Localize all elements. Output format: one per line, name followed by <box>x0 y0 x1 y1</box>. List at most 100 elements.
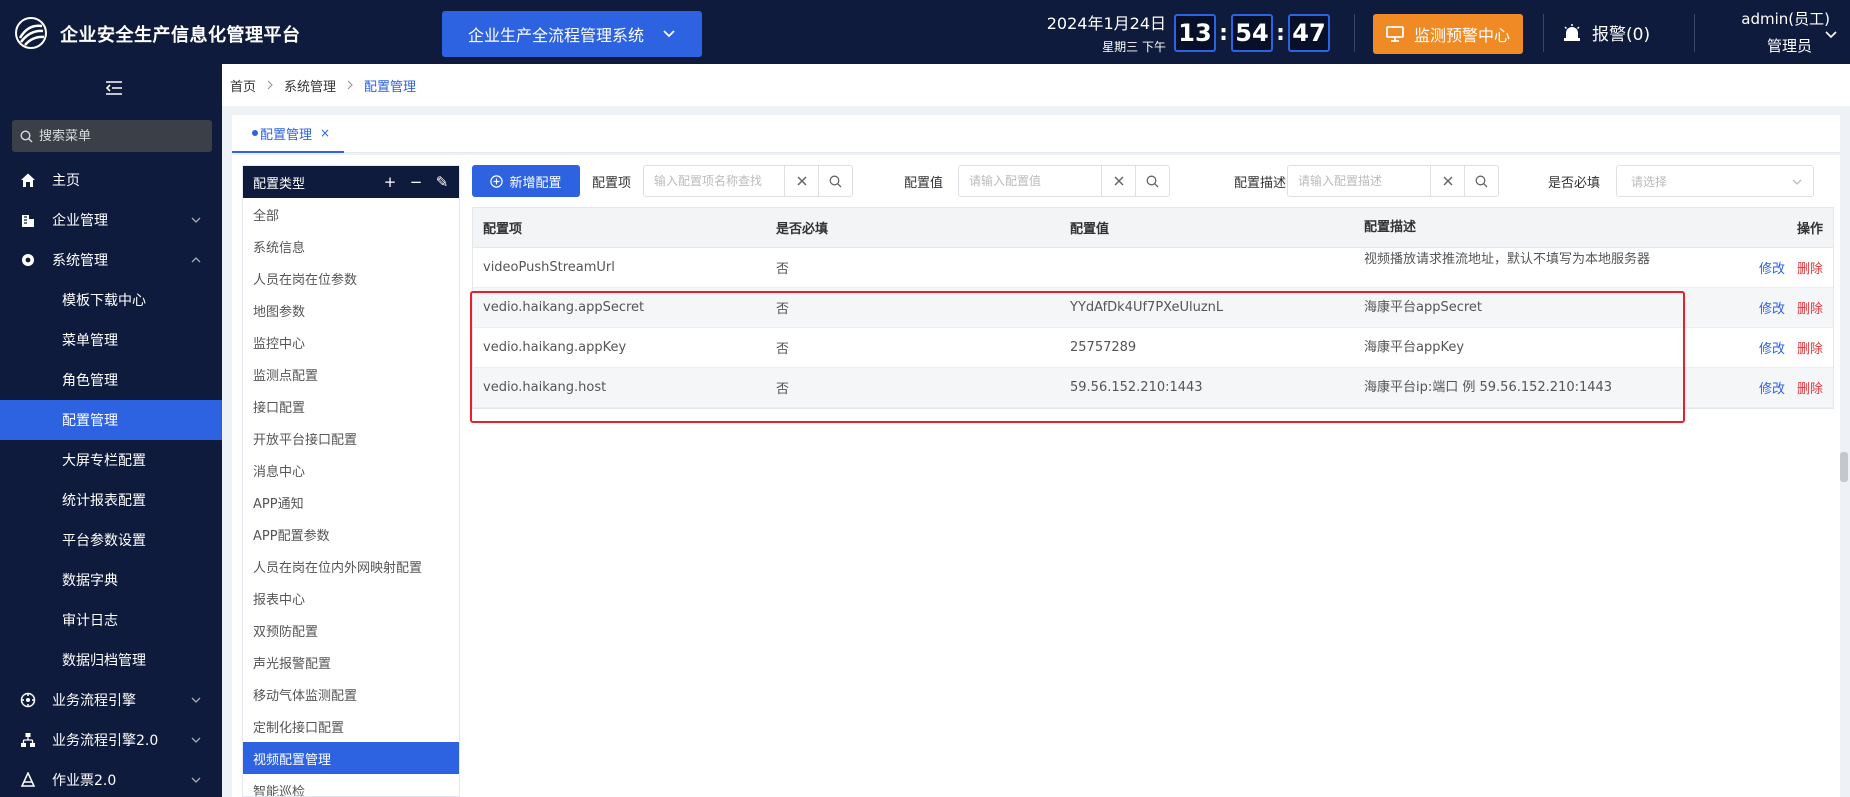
menu-search[interactable] <box>12 120 212 152</box>
sidebar-item-platform-params[interactable]: 平台参数设置 <box>0 520 222 560</box>
sidebar-item-config-manage[interactable]: 配置管理 <box>0 400 222 440</box>
add-config-button[interactable]: 新增配置 <box>472 165 580 197</box>
sidebar-item-data-archive[interactable]: 数据归档管理 <box>0 640 222 680</box>
header-divider <box>1694 14 1695 52</box>
config-type-item[interactable]: 报表中心 <box>243 582 459 614</box>
cell-required: 否 <box>776 342 790 357</box>
config-type-item[interactable]: 人员在岗在位参数 <box>243 262 459 294</box>
sidebar-item-template-download[interactable]: 模板下载中心 <box>0 280 222 320</box>
search-icon[interactable] <box>1135 166 1169 196</box>
system-select[interactable]: 企业生产全流程管理系统 <box>442 11 702 57</box>
clock-hours: 13 <box>1174 14 1216 52</box>
breadcrumb-system[interactable]: 系统管理 <box>284 76 336 95</box>
config-type-item[interactable]: 系统信息 <box>243 230 459 262</box>
edit-link[interactable]: 修改 <box>1759 258 1785 277</box>
filter-desc-field <box>1287 165 1499 197</box>
config-type-item[interactable]: 全部 <box>243 198 459 230</box>
column-header: 配置值 <box>1070 222 1110 237</box>
config-type-item[interactable]: 智能巡检 <box>243 774 459 797</box>
user-menu[interactable]: admin(员工) 管理员 <box>1708 8 1837 56</box>
alarm-label: 报警(0) <box>1592 25 1651 45</box>
sidebar-item-workflow[interactable]: 业务流程引擎 <box>0 680 222 720</box>
sidebar-item-label: 大屏专栏配置 <box>62 453 146 469</box>
clock-separator: : <box>1276 20 1285 46</box>
config-type-item[interactable]: 双预防配置 <box>243 614 459 646</box>
clock-minutes: 54 <box>1231 14 1273 52</box>
config-type-item[interactable]: 消息中心 <box>243 454 459 486</box>
alarm-bell-icon <box>1564 23 1580 41</box>
edit-link[interactable]: 修改 <box>1759 338 1785 357</box>
cell-desc: 海康平台appKey <box>1364 339 1465 355</box>
close-icon[interactable]: × <box>320 126 330 140</box>
alarm-button[interactable]: 报警(0) <box>1562 20 1650 45</box>
sidebar-item-workflow-2[interactable]: 业务流程引擎2.0 <box>0 720 222 760</box>
chevron-down-icon <box>1792 179 1802 185</box>
delete-link[interactable]: 删除 <box>1797 258 1823 277</box>
config-type-item[interactable]: APP配置参数 <box>243 518 459 550</box>
edit-type-icon[interactable]: ✎ <box>435 173 449 191</box>
delete-link[interactable]: 删除 <box>1797 378 1823 397</box>
sidebar-item-home[interactable]: 主页 <box>0 160 222 200</box>
sidebar-menu: 主页 企业管理 系统管理 模板下载中心 菜单管理 角色管理 配置管理 大屏专栏配… <box>0 160 222 797</box>
sidebar-item-dictionary[interactable]: 数据字典 <box>0 560 222 600</box>
clear-icon[interactable] <box>1430 166 1464 196</box>
clear-icon[interactable] <box>784 166 818 196</box>
cell-value: 59.56.152.210:1443 <box>1070 380 1203 395</box>
config-type-item[interactable]: 监测点配置 <box>243 358 459 390</box>
sidebar-item-report-config[interactable]: 统计报表配置 <box>0 480 222 520</box>
search-icon[interactable] <box>1464 166 1498 196</box>
chevron-down-icon <box>191 697 201 703</box>
config-type-item[interactable]: 定制化接口配置 <box>243 710 459 742</box>
building-icon <box>20 212 36 228</box>
config-type-item[interactable]: APP通知 <box>243 486 459 518</box>
config-type-item[interactable]: 移动气体监测配置 <box>243 678 459 710</box>
home-icon <box>20 172 36 188</box>
cell-desc: 视频播放请求推流地址，默认不填写为本地服务器 <box>1364 252 1651 267</box>
sidebar-item-role-manage[interactable]: 角色管理 <box>0 360 222 400</box>
config-type-panel: 配置类型 + − ✎ 全部 系统信息 人员在岗在位参数 地图参数 监控中心 监测点配置 接口… <box>242 165 460 797</box>
filter-key-input[interactable] <box>644 166 784 196</box>
clock: 13 : 54 : 47 <box>1174 14 1330 52</box>
filter-key-label: 配置项 <box>592 176 632 191</box>
sidebar-item-label: 角色管理 <box>62 373 118 389</box>
sidebar-item-screen-config[interactable]: 大屏专栏配置 <box>0 440 222 480</box>
config-type-item[interactable]: 视频配置管理 <box>243 742 459 774</box>
search-icon[interactable] <box>818 166 852 196</box>
config-type-item[interactable]: 人员在岗在位内外网映射配置 <box>243 550 459 582</box>
sidebar-item-enterprise[interactable]: 企业管理 <box>0 200 222 240</box>
delete-link[interactable]: 删除 <box>1797 338 1823 357</box>
tab-config-manage[interactable]: 配置管理 × <box>232 115 345 153</box>
config-type-item[interactable]: 监控中心 <box>243 326 459 358</box>
config-type-item[interactable]: 地图参数 <box>243 294 459 326</box>
remove-type-icon[interactable]: − <box>409 173 423 191</box>
delete-link[interactable]: 删除 <box>1797 298 1823 317</box>
table-row: vedio.haikang.appKey 否 25757289 海康平台appK… <box>473 328 1833 368</box>
add-type-icon[interactable]: + <box>383 173 397 191</box>
monitor-warning-button[interactable]: 监测预警中心 <box>1373 14 1523 54</box>
cell-value: 25757289 <box>1070 340 1137 355</box>
clear-icon[interactable] <box>1101 166 1135 196</box>
filter-required-select[interactable]: 请选择 <box>1616 165 1814 197</box>
config-type-item[interactable]: 接口配置 <box>243 390 459 422</box>
sidebar-item-menu-manage[interactable]: 菜单管理 <box>0 320 222 360</box>
config-type-item[interactable]: 开放平台接口配置 <box>243 422 459 454</box>
sidebar-item-system[interactable]: 系统管理 <box>0 240 222 280</box>
filter-value-input[interactable] <box>959 166 1101 196</box>
breadcrumb-home[interactable]: 首页 <box>230 76 256 95</box>
breadcrumb: 首页 系统管理 配置管理 <box>222 64 1850 106</box>
filter-desc-label: 配置描述 <box>1234 176 1287 191</box>
edit-link[interactable]: 修改 <box>1759 298 1785 317</box>
workflow2-icon <box>20 732 36 748</box>
sidebar-item-audit-log[interactable]: 审计日志 <box>0 600 222 640</box>
system-select-label: 企业生产全流程管理系统 <box>467 26 644 45</box>
config-type-item[interactable]: 声光报警配置 <box>243 646 459 678</box>
menu-collapse-icon[interactable] <box>104 79 124 97</box>
menu-search-input[interactable] <box>39 128 189 144</box>
scrollbar-thumb[interactable] <box>1840 452 1848 482</box>
filter-toolbar: 新增配置 配置项 配置值 配置描述 是否必填 请选择 <box>472 165 1832 197</box>
sidebar-item-ticket-2[interactable]: 作业票2.0 <box>0 760 222 797</box>
tab-active-dot <box>252 130 258 136</box>
filter-desc-input[interactable] <box>1288 166 1430 196</box>
edit-link[interactable]: 修改 <box>1759 378 1785 397</box>
chevron-right-icon <box>347 80 353 90</box>
